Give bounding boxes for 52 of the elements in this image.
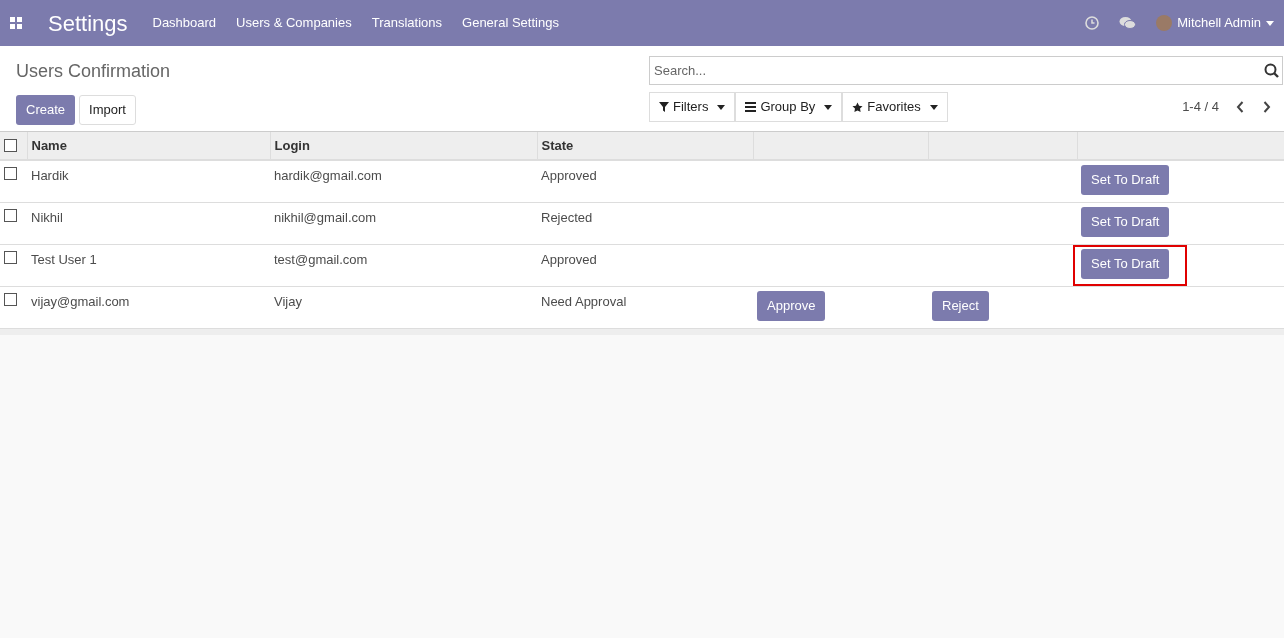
- action-button[interactable]: Set To Draft: [1081, 249, 1170, 279]
- page-title: Users Confirmation: [16, 60, 171, 83]
- row-checkbox[interactable]: [4, 167, 17, 180]
- star-icon: [852, 101, 864, 113]
- column-header[interactable]: Login: [270, 132, 537, 160]
- table-cell: Nikhil: [27, 202, 270, 245]
- caret-icon: [824, 104, 833, 110]
- filter-dropdown[interactable]: Group By: [735, 92, 843, 122]
- action-button[interactable]: Reject: [932, 291, 989, 321]
- list-icon: [745, 102, 757, 112]
- search-field[interactable]: Search...: [649, 56, 1283, 85]
- table-cell: nikhil@gmail.com: [270, 202, 537, 245]
- filter-dropdown[interactable]: Filters: [649, 92, 736, 122]
- table-cell: Need Approval: [537, 286, 753, 329]
- row-checkbox[interactable]: [4, 209, 17, 222]
- action-button[interactable]: Approve: [757, 291, 826, 321]
- chevron-left-icon[interactable]: [1236, 101, 1244, 113]
- caret-icon: [717, 104, 726, 110]
- create-button[interactable]: Create: [16, 95, 76, 125]
- action-button[interactable]: Set To Draft: [1081, 165, 1170, 195]
- row-checkbox[interactable]: [4, 293, 17, 306]
- column-header[interactable]: State: [537, 132, 753, 160]
- filter-dropdown[interactable]: Favorites: [842, 92, 948, 122]
- select-all-checkbox[interactable]: [4, 139, 17, 152]
- caret-icon[interactable]: [1266, 20, 1274, 26]
- menu-item[interactable]: Users & Companies: [226, 13, 362, 33]
- chevron-right-icon[interactable]: [1263, 101, 1271, 113]
- table-cell: Approved: [537, 160, 753, 203]
- menu-item[interactable]: Dashboard: [142, 13, 227, 33]
- chat-icon[interactable]: [1119, 16, 1137, 30]
- table-cell: vijay@gmail.com: [27, 286, 270, 329]
- apps-grid-icon[interactable]: [10, 17, 22, 29]
- table-cell: Test User 1: [27, 244, 270, 287]
- pager-count: 1-4 / 4: [1182, 98, 1219, 117]
- column-header[interactable]: Name: [27, 132, 270, 160]
- action-button[interactable]: Set To Draft: [1081, 207, 1170, 237]
- menu-item[interactable]: General Settings: [452, 13, 569, 33]
- table-cell: Rejected: [537, 202, 753, 245]
- table-cell: Approved: [537, 244, 753, 287]
- table-cell: Hardik: [27, 160, 270, 203]
- row-checkbox[interactable]: [4, 251, 17, 264]
- menu-item[interactable]: Translations: [361, 13, 453, 33]
- search-icon[interactable]: [1264, 63, 1279, 78]
- table-cell: Vijay: [270, 286, 537, 329]
- user-menu[interactable]: Mitchell Admin: [1177, 13, 1261, 33]
- app-title: Settings: [48, 9, 128, 38]
- filter-icon: [659, 102, 669, 112]
- table-cell: test@gmail.com: [270, 244, 537, 287]
- table-cell: hardik@gmail.com: [270, 160, 537, 203]
- caret-icon: [929, 104, 938, 110]
- clock-icon[interactable]: [1085, 16, 1100, 30]
- import-button[interactable]: Import: [79, 95, 136, 125]
